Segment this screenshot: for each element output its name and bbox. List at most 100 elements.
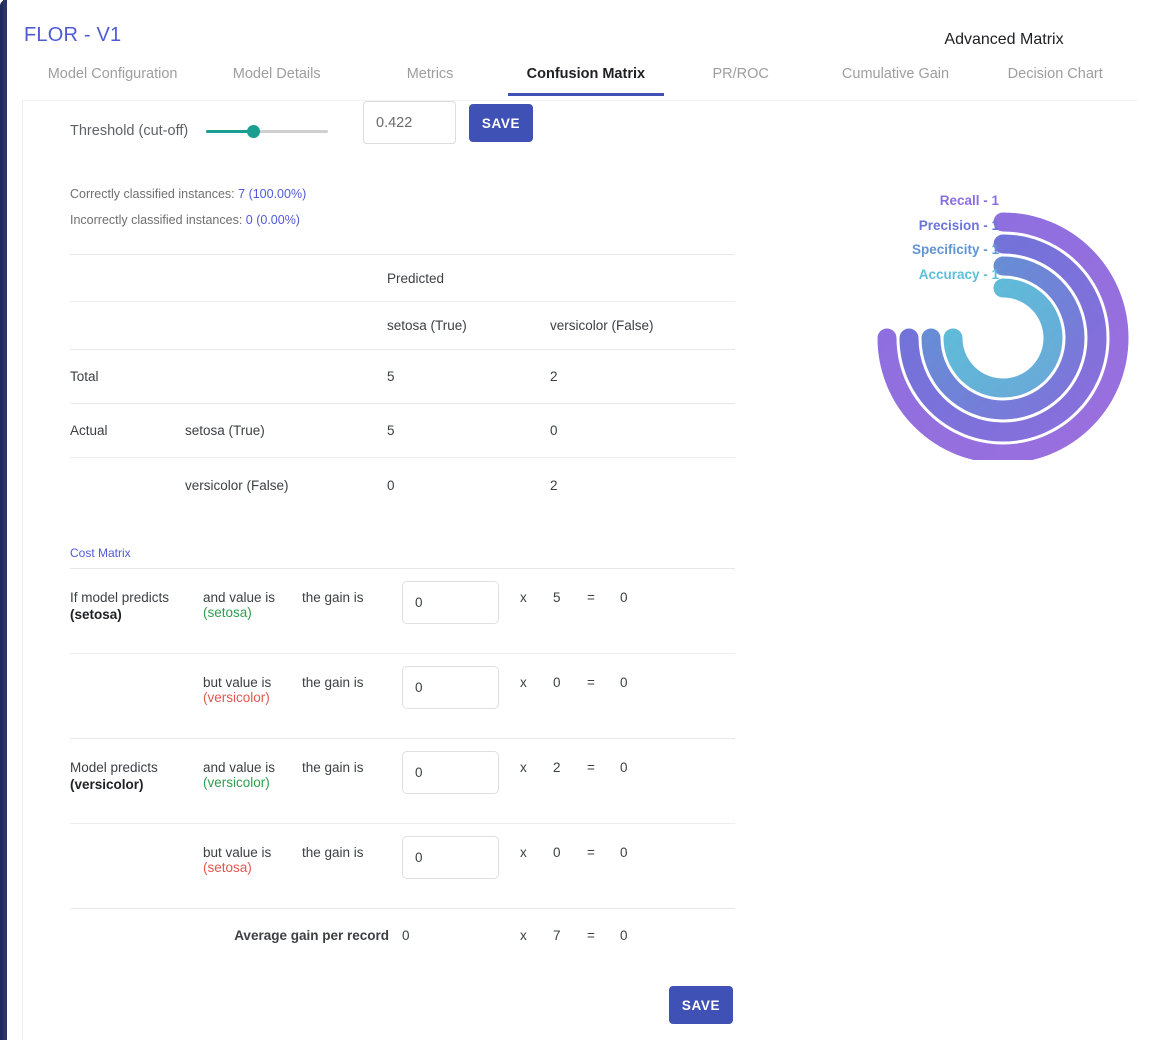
cost-equals-symbol: =: [587, 824, 620, 909]
cost-result: 0: [620, 824, 735, 909]
correctly-classified-line: Correctly classified instances: 7 (100.0…: [70, 187, 306, 201]
gauge-label-precision: Precision - 1: [919, 218, 999, 233]
actual-row-label-versicolor: versicolor (False): [185, 458, 387, 514]
cost-matrix-table: If model predicts (setosa) and value is …: [70, 568, 735, 965]
cost-value-class: (versicolor): [203, 690, 270, 705]
page-title: FLOR - V1: [24, 24, 121, 47]
cell-versicolor-setosa: 0: [387, 458, 550, 514]
predicted-column-setosa: setosa (True): [387, 302, 550, 350]
table-row-actual-versicolor: versicolor (False) 0 2: [70, 458, 735, 514]
left-navigation-rail[interactable]: [0, 0, 7, 1040]
threshold-save-button[interactable]: SAVE: [469, 104, 533, 142]
predicted-header: Predicted: [387, 255, 550, 302]
cost-multiply-symbol: x: [520, 654, 553, 739]
empty-cell: [185, 255, 387, 302]
cost-count: 0: [553, 654, 587, 739]
table-row-predicted-header: Predicted: [70, 255, 735, 302]
cost-predict-text: If model predicts: [70, 590, 169, 605]
cost-matrix-title: Cost Matrix: [70, 546, 131, 560]
total-setosa-value: 5: [387, 350, 550, 404]
cost-gain-text: the gain is: [302, 569, 402, 654]
arc-accuracy: [953, 288, 1053, 388]
average-gain-value: 0: [402, 909, 520, 965]
left-navigation-rail-inner: [3, 0, 7, 1040]
cost-row-predict-setosa-actual-versicolor: but value is (versicolor) the gain is x …: [70, 654, 735, 739]
table-row-actual-setosa: Actual setosa (True) 5 0: [70, 404, 735, 458]
cost-matrix-save-button[interactable]: SAVE: [669, 986, 733, 1024]
advanced-matrix-title: Advanced Matrix: [828, 31, 1161, 49]
predicted-column-versicolor: versicolor (False): [550, 302, 735, 350]
gain-input-predict-setosa-actual-versicolor[interactable]: [402, 666, 499, 709]
empty-cell: [70, 458, 185, 514]
cost-predict-class: (versicolor): [70, 777, 203, 792]
cost-gain-input-cell: [402, 824, 520, 909]
cell-setosa-versicolor: 0: [550, 404, 735, 458]
average-count: 7: [553, 909, 587, 965]
cost-row-predict-versicolor-actual-setosa: but value is (setosa) the gain is x 0 = …: [70, 824, 735, 909]
cost-gain-input-cell: [402, 739, 520, 824]
average-equals-symbol: =: [587, 909, 620, 965]
tab-metrics[interactable]: Metrics: [352, 62, 508, 96]
cost-value-label: but value is (setosa): [203, 824, 302, 909]
cell-setosa-setosa: 5: [387, 404, 550, 458]
empty-cell: [70, 302, 185, 350]
cost-gain-input-cell: [402, 569, 520, 654]
cost-row-predict-label-empty: [70, 654, 203, 739]
threshold-slider[interactable]: [206, 121, 328, 141]
cost-gain-text: the gain is: [302, 654, 402, 739]
empty-cell: [185, 302, 387, 350]
tab-model-configuration[interactable]: Model Configuration: [24, 62, 201, 96]
cost-gain-text: the gain is: [302, 739, 402, 824]
cost-result: 0: [620, 654, 735, 739]
empty-cell: [70, 909, 203, 965]
tab-confusion-matrix[interactable]: Confusion Matrix: [508, 62, 664, 96]
gauge-label-accuracy: Accuracy - 1: [919, 267, 999, 282]
slider-thumb[interactable]: [247, 125, 260, 138]
tab-model-details[interactable]: Model Details: [201, 62, 352, 96]
cost-predict-text: Model predicts: [70, 760, 158, 775]
cost-result: 0: [620, 569, 735, 654]
gauge-label-recall: Recall - 1: [940, 193, 999, 208]
cost-equals-symbol: =: [587, 739, 620, 824]
average-gain-label: Average gain per record: [203, 909, 402, 965]
tab-pr-roc[interactable]: PR/ROC: [664, 62, 818, 96]
cost-value-label: and value is (setosa): [203, 569, 302, 654]
cost-value-class: (setosa): [203, 605, 252, 620]
actual-row-label-setosa: setosa (True): [185, 404, 387, 458]
slider-fill: [206, 130, 253, 133]
gauge-label-specificity: Specificity - 1: [912, 242, 999, 257]
table-row-column-labels: setosa (True) versicolor (False): [70, 302, 735, 350]
cost-predict-class: (setosa): [70, 607, 203, 622]
cost-equals-symbol: =: [587, 569, 620, 654]
cost-multiply-symbol: x: [520, 569, 553, 654]
cost-row-predict-label: Model predicts (versicolor): [70, 739, 203, 824]
empty-cell: [70, 255, 185, 302]
cost-value-prefix: but value is: [203, 675, 271, 690]
application-root: FLOR - V1 Model Configuration Model Deta…: [0, 0, 1161, 1040]
cost-equals-symbol: =: [587, 654, 620, 739]
classification-stats: Correctly classified instances: 7 (100.0…: [70, 187, 306, 239]
cost-count: 0: [553, 824, 587, 909]
threshold-control-row: Threshold (cut-off): [70, 121, 328, 141]
cost-value-class: (setosa): [203, 860, 252, 875]
correctly-classified-value: 7 (100.00%): [238, 187, 306, 201]
incorrectly-classified-label: Incorrectly classified instances:: [70, 213, 242, 227]
gain-input-predict-versicolor-actual-setosa[interactable]: [402, 836, 499, 879]
gain-input-predict-versicolor-actual-versicolor[interactable]: [402, 751, 499, 794]
cost-count: 5: [553, 569, 587, 654]
cost-value-prefix: and value is: [203, 760, 275, 775]
confusion-matrix-table: Predicted setosa (True) versicolor (Fals…: [70, 254, 735, 514]
cost-row-predict-setosa-actual-setosa: If model predicts (setosa) and value is …: [70, 569, 735, 654]
cell-versicolor-versicolor: 2: [550, 458, 735, 514]
threshold-input[interactable]: [363, 101, 456, 144]
incorrectly-classified-value: 0 (0.00%): [246, 213, 300, 227]
cost-count: 2: [553, 739, 587, 824]
gain-input-predict-setosa-actual-setosa[interactable]: [402, 581, 499, 624]
total-label: Total: [70, 350, 185, 404]
advanced-matrix-chart: Recall - 1 Precision - 1 Specificity - 1…: [828, 60, 1161, 460]
cost-row-predict-label-empty: [70, 824, 203, 909]
incorrectly-classified-line: Incorrectly classified instances: 0 (0.0…: [70, 213, 306, 227]
cost-value-prefix: but value is: [203, 845, 271, 860]
cost-value-label: and value is (versicolor): [203, 739, 302, 824]
cost-row-average-gain: Average gain per record 0 x 7 = 0: [70, 909, 735, 965]
